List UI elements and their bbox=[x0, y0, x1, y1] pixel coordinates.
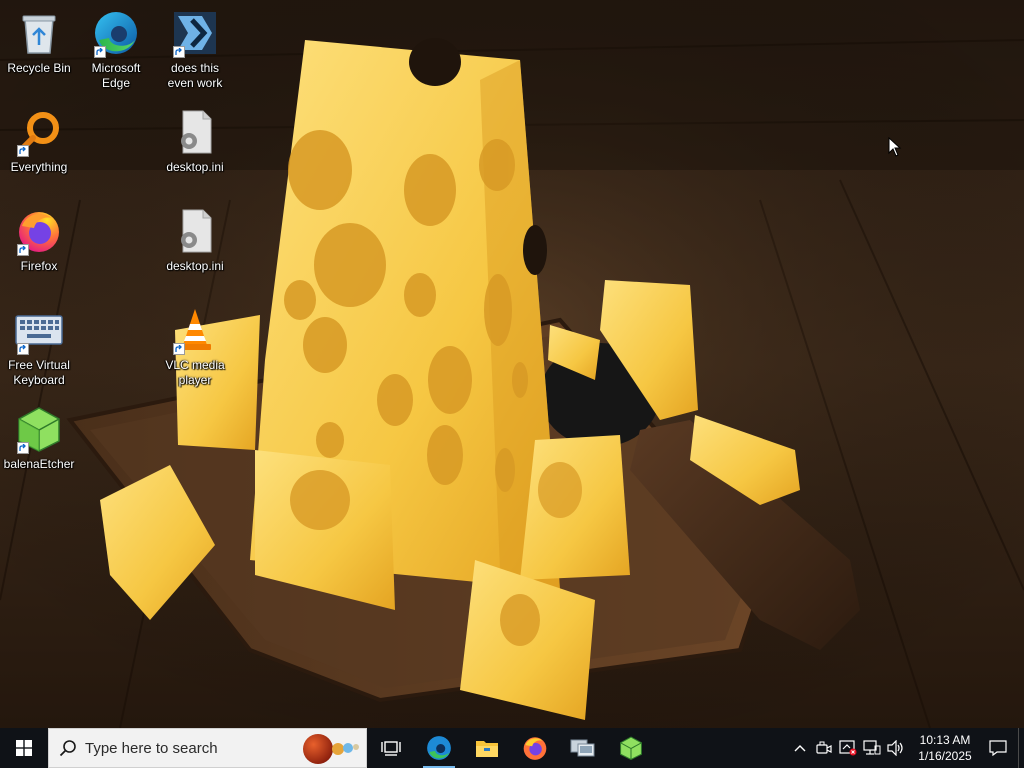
action-center-button[interactable] bbox=[978, 728, 1018, 768]
settings-file-icon bbox=[171, 107, 219, 157]
shortcut-arrow-icon bbox=[17, 244, 29, 256]
mouse-cursor-icon bbox=[888, 137, 902, 157]
tray-network-button[interactable] bbox=[860, 728, 884, 768]
taskbar-app-remote-desktop[interactable] bbox=[559, 728, 607, 768]
tray-meet-now-button[interactable] bbox=[812, 728, 836, 768]
desktop-icon-does-this-even-work[interactable]: does this even work bbox=[157, 8, 233, 91]
task-view-icon bbox=[381, 741, 401, 756]
desktop-icon-label: desktop.ini bbox=[166, 259, 224, 273]
desktop-icon-firefox[interactable]: Firefox bbox=[1, 206, 77, 274]
desktop-icon-label: desktop.ini bbox=[166, 160, 224, 174]
tray-security-button[interactable] bbox=[836, 728, 860, 768]
clock-date: 1/16/2025 bbox=[918, 749, 972, 763]
desktop-icon-microsoft-edge[interactable]: Microsoft Edge bbox=[78, 8, 154, 91]
firefox-icon bbox=[15, 206, 63, 256]
firefox-icon bbox=[523, 737, 547, 760]
desktop-wallpaper bbox=[0, 0, 1024, 728]
shortcut-arrow-icon bbox=[94, 46, 106, 58]
clock-time: 10:13 AM bbox=[919, 733, 971, 747]
taskbar-search-box[interactable]: Type here to search bbox=[48, 728, 367, 768]
speaker-icon bbox=[887, 740, 903, 756]
tray-volume-button[interactable] bbox=[884, 728, 908, 768]
network-icon bbox=[863, 740, 881, 755]
desktop-icon-label: Everything bbox=[10, 160, 68, 174]
desktop-icon-free-virtual-keyboard[interactable]: Free Virtual Keyboard bbox=[1, 305, 77, 388]
camera-icon bbox=[816, 741, 832, 754]
balenaetcher-cube-icon bbox=[620, 736, 642, 760]
start-button[interactable] bbox=[0, 728, 48, 768]
desktop-icon-desktop-ini[interactable]: desktop.ini bbox=[157, 107, 233, 175]
system-tray: 10:13 AM 1/16/2025 bbox=[788, 728, 1024, 768]
taskbar-app-microsoft-edge[interactable] bbox=[415, 728, 463, 768]
desktop-icon-everything[interactable]: Everything bbox=[1, 107, 77, 175]
powershell-shortcut-icon bbox=[171, 8, 219, 58]
notification-icon bbox=[989, 740, 1007, 756]
desktop-icon-label: Free Virtual Keyboard bbox=[8, 358, 70, 387]
desktop-icon-label: Microsoft Edge bbox=[91, 61, 141, 90]
desktop-icon-label: Firefox bbox=[20, 259, 58, 273]
shortcut-arrow-icon bbox=[173, 46, 185, 58]
keyboard-icon bbox=[15, 305, 63, 355]
desktop-icon-label: does this even work bbox=[167, 61, 223, 90]
task-view-button[interactable] bbox=[367, 728, 415, 768]
magnifier-icon bbox=[15, 107, 63, 157]
taskbar-clock[interactable]: 10:13 AM 1/16/2025 bbox=[912, 732, 978, 764]
search-highlight-planets-icon bbox=[303, 734, 359, 764]
show-hidden-icons-button[interactable] bbox=[788, 728, 812, 768]
microsoft-edge-icon bbox=[427, 736, 451, 760]
taskbar-app-firefox[interactable] bbox=[511, 728, 559, 768]
desktop-icon-label: balenaEtcher bbox=[3, 457, 75, 471]
vlc-cone-icon bbox=[171, 305, 219, 355]
security-alert-icon bbox=[839, 740, 857, 756]
desktop-icon-desktop-ini[interactable]: desktop.ini bbox=[157, 206, 233, 274]
microsoft-edge-icon bbox=[92, 8, 140, 58]
windows-logo-icon bbox=[16, 740, 32, 756]
folder-icon bbox=[476, 741, 498, 757]
search-placeholder: Type here to search bbox=[85, 739, 218, 757]
taskbar-app-balenaetcher[interactable] bbox=[607, 728, 655, 768]
chevron-up-icon bbox=[794, 745, 806, 752]
shortcut-arrow-icon bbox=[17, 442, 29, 454]
shortcut-arrow-icon bbox=[17, 343, 29, 355]
shortcut-arrow-icon bbox=[17, 145, 29, 157]
recycle-bin-icon bbox=[15, 8, 63, 58]
taskbar: Type here to search 10:13 AM 1/16/2025 bbox=[0, 728, 1024, 768]
shortcut-arrow-icon bbox=[173, 343, 185, 355]
settings-file-icon bbox=[171, 206, 219, 256]
desktop-icon-label: Recycle Bin bbox=[7, 61, 71, 75]
search-icon bbox=[59, 739, 77, 757]
desktop-icon-recycle-bin[interactable]: Recycle Bin bbox=[1, 8, 77, 76]
desktop-icon-vlc-media-player[interactable]: VLC media player bbox=[157, 305, 233, 388]
taskbar-app-file-explorer[interactable] bbox=[463, 728, 511, 768]
desktop-icon-label: VLC media player bbox=[165, 358, 225, 387]
show-desktop-button[interactable] bbox=[1018, 728, 1024, 768]
balenaetcher-cube-icon bbox=[15, 404, 63, 454]
remote-desktop-icon bbox=[570, 739, 595, 757]
desktop-icon-balenaetcher[interactable]: balenaEtcher bbox=[1, 404, 77, 472]
